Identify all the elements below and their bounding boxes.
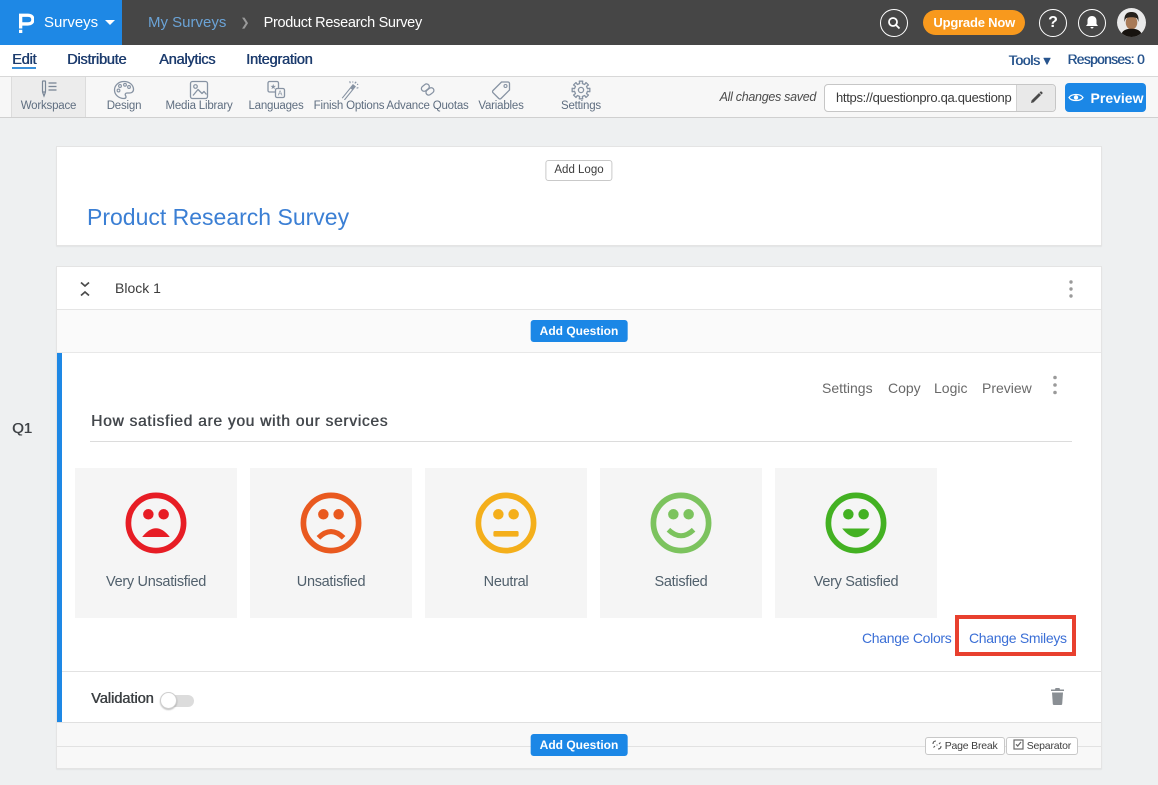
svg-text:A: A: [278, 91, 283, 98]
